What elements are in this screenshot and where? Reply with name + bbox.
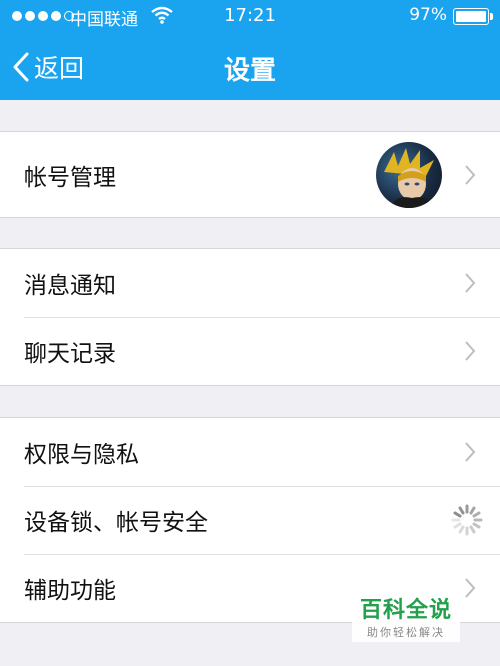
row-label: 消息通知 [24, 273, 116, 299]
row-label: 聊天记录 [24, 341, 116, 367]
settings-row-device-lock[interactable]: 设备锁、帐号安全 [0, 486, 500, 554]
row-label: 设备锁、帐号安全 [24, 510, 208, 536]
status-bar: 中国联通 17:21 97% [0, 0, 500, 34]
settings-row-chat-history[interactable]: 聊天记录 [0, 317, 500, 385]
battery-icon [453, 8, 489, 25]
app-header: 中国联通 17:21 97% 返回 设置 [0, 0, 500, 100]
watermark-subtitle: 助你轻松解决 [366, 626, 445, 639]
settings-row-account[interactable]: 帐号管理 [0, 132, 500, 217]
row-label: 帐号管理 [24, 164, 116, 191]
battery-tip [490, 13, 493, 20]
avatar-image [384, 148, 434, 208]
chevron-right-icon [465, 442, 476, 462]
settings-group-account: 帐号管理 [0, 131, 500, 218]
loading-spinner-icon [451, 504, 483, 536]
chevron-right-icon [465, 578, 476, 598]
chevron-right-icon [465, 273, 476, 293]
watermark-title: 百科全说 [359, 598, 452, 623]
settings-group-messages: 消息通知 聊天记录 [0, 248, 500, 386]
row-label: 辅助功能 [24, 578, 116, 604]
battery-percent: 97% [409, 5, 447, 25]
chevron-right-icon [465, 341, 476, 361]
watermark: 百科全说 助你轻松解决 [351, 590, 460, 642]
row-label: 权限与隐私 [24, 442, 139, 468]
chevron-right-icon [465, 164, 476, 185]
settings-row-privacy[interactable]: 权限与隐私 [0, 418, 500, 486]
page-title: 设置 [223, 56, 276, 86]
avatar [376, 142, 442, 208]
settings-row-notifications[interactable]: 消息通知 [0, 249, 500, 317]
